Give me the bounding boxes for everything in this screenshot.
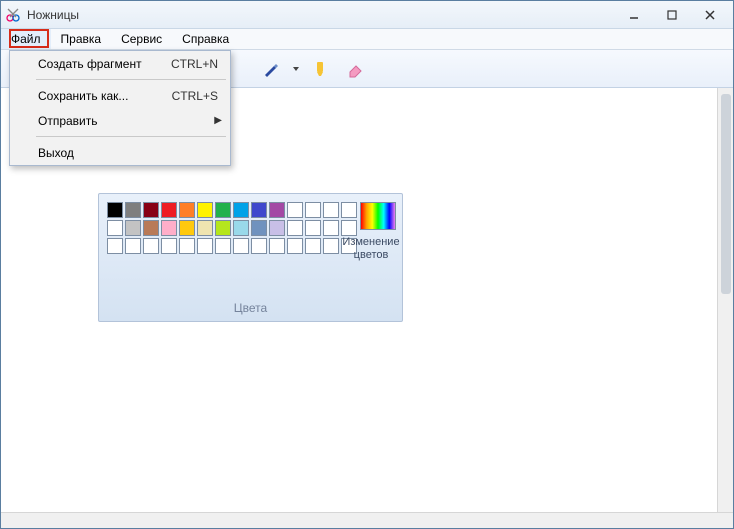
empty-swatch[interactable]: [323, 238, 339, 254]
horizontal-scrollbar[interactable]: [1, 512, 733, 528]
menu-separator: [36, 136, 226, 137]
color-swatch[interactable]: [269, 220, 285, 236]
color-swatch[interactable]: [107, 220, 123, 236]
empty-swatch[interactable]: [179, 238, 195, 254]
scrollbar-thumb[interactable]: [721, 94, 731, 294]
color-swatch[interactable]: [197, 220, 213, 236]
menu-item-exit[interactable]: Выход: [10, 140, 230, 165]
app-window: Ножницы Файл Правка Сервис Справка С: [0, 0, 734, 529]
highlighter-tool-button[interactable]: [307, 55, 335, 83]
color-swatch[interactable]: [143, 220, 159, 236]
app-icon: [5, 7, 21, 23]
close-button[interactable]: [697, 6, 723, 24]
menu-tools[interactable]: Сервис: [111, 29, 172, 49]
color-panel-title: Цвета: [99, 301, 402, 315]
titlebar: Ножницы: [1, 1, 733, 29]
color-swatch[interactable]: [215, 202, 231, 218]
empty-swatch[interactable]: [305, 202, 321, 218]
empty-swatch[interactable]: [287, 202, 303, 218]
menu-file[interactable]: Файл: [1, 29, 51, 49]
empty-swatch[interactable]: [143, 238, 159, 254]
menu-separator: [36, 79, 226, 80]
color-swatch[interactable]: [161, 220, 177, 236]
color-swatch[interactable]: [125, 220, 141, 236]
color-swatch[interactable]: [251, 220, 267, 236]
menubar: Файл Правка Сервис Справка: [1, 29, 733, 50]
color-swatch[interactable]: [143, 202, 159, 218]
empty-swatch[interactable]: [215, 238, 231, 254]
color-swatch[interactable]: [215, 220, 231, 236]
empty-swatch[interactable]: [341, 202, 357, 218]
menu-item-new-snip[interactable]: Создать фрагмент CTRL+N: [10, 51, 230, 76]
window-controls: [621, 6, 729, 24]
menu-edit[interactable]: Правка: [51, 29, 112, 49]
maximize-button[interactable]: [659, 6, 685, 24]
empty-swatch[interactable]: [323, 220, 339, 236]
minimize-button[interactable]: [621, 6, 647, 24]
eraser-tool-button[interactable]: [341, 55, 369, 83]
empty-swatch[interactable]: [251, 238, 267, 254]
edit-colors-button[interactable]: [360, 202, 396, 230]
empty-swatch[interactable]: [161, 238, 177, 254]
color-swatch[interactable]: [179, 220, 195, 236]
empty-swatch[interactable]: [305, 238, 321, 254]
color-swatch[interactable]: [107, 202, 123, 218]
window-title: Ножницы: [27, 8, 621, 22]
menu-item-save-as[interactable]: Сохранить как... CTRL+S: [10, 83, 230, 108]
empty-swatch[interactable]: [125, 238, 141, 254]
empty-swatch[interactable]: [287, 238, 303, 254]
color-swatch[interactable]: [233, 202, 249, 218]
color-swatch[interactable]: [161, 202, 177, 218]
menu-help[interactable]: Справка: [172, 29, 239, 49]
empty-swatch[interactable]: [323, 202, 339, 218]
color-swatch[interactable]: [179, 202, 195, 218]
vertical-scrollbar[interactable]: [717, 88, 733, 512]
file-menu-dropdown: Создать фрагмент CTRL+N Сохранить как...…: [9, 50, 231, 166]
empty-swatch[interactable]: [269, 238, 285, 254]
empty-swatch[interactable]: [287, 220, 303, 236]
chevron-right-icon: ▶: [214, 115, 222, 126]
color-swatch[interactable]: [251, 202, 267, 218]
color-swatch[interactable]: [269, 202, 285, 218]
color-swatch-grid: [107, 202, 357, 254]
color-palette-panel: Изменение цветов Цвета: [98, 193, 403, 322]
pen-tool-button[interactable]: [257, 55, 285, 83]
empty-swatch[interactable]: [107, 238, 123, 254]
color-swatch[interactable]: [233, 220, 249, 236]
empty-swatch[interactable]: [341, 220, 357, 236]
empty-swatch[interactable]: [197, 238, 213, 254]
empty-swatch[interactable]: [305, 220, 321, 236]
pen-dropdown-button[interactable]: [291, 65, 301, 73]
color-swatch[interactable]: [125, 202, 141, 218]
edit-colors-label: Изменение цветов: [340, 236, 402, 262]
menu-item-send[interactable]: Отправить ▶: [10, 108, 230, 133]
color-swatch[interactable]: [197, 202, 213, 218]
empty-swatch[interactable]: [233, 238, 249, 254]
